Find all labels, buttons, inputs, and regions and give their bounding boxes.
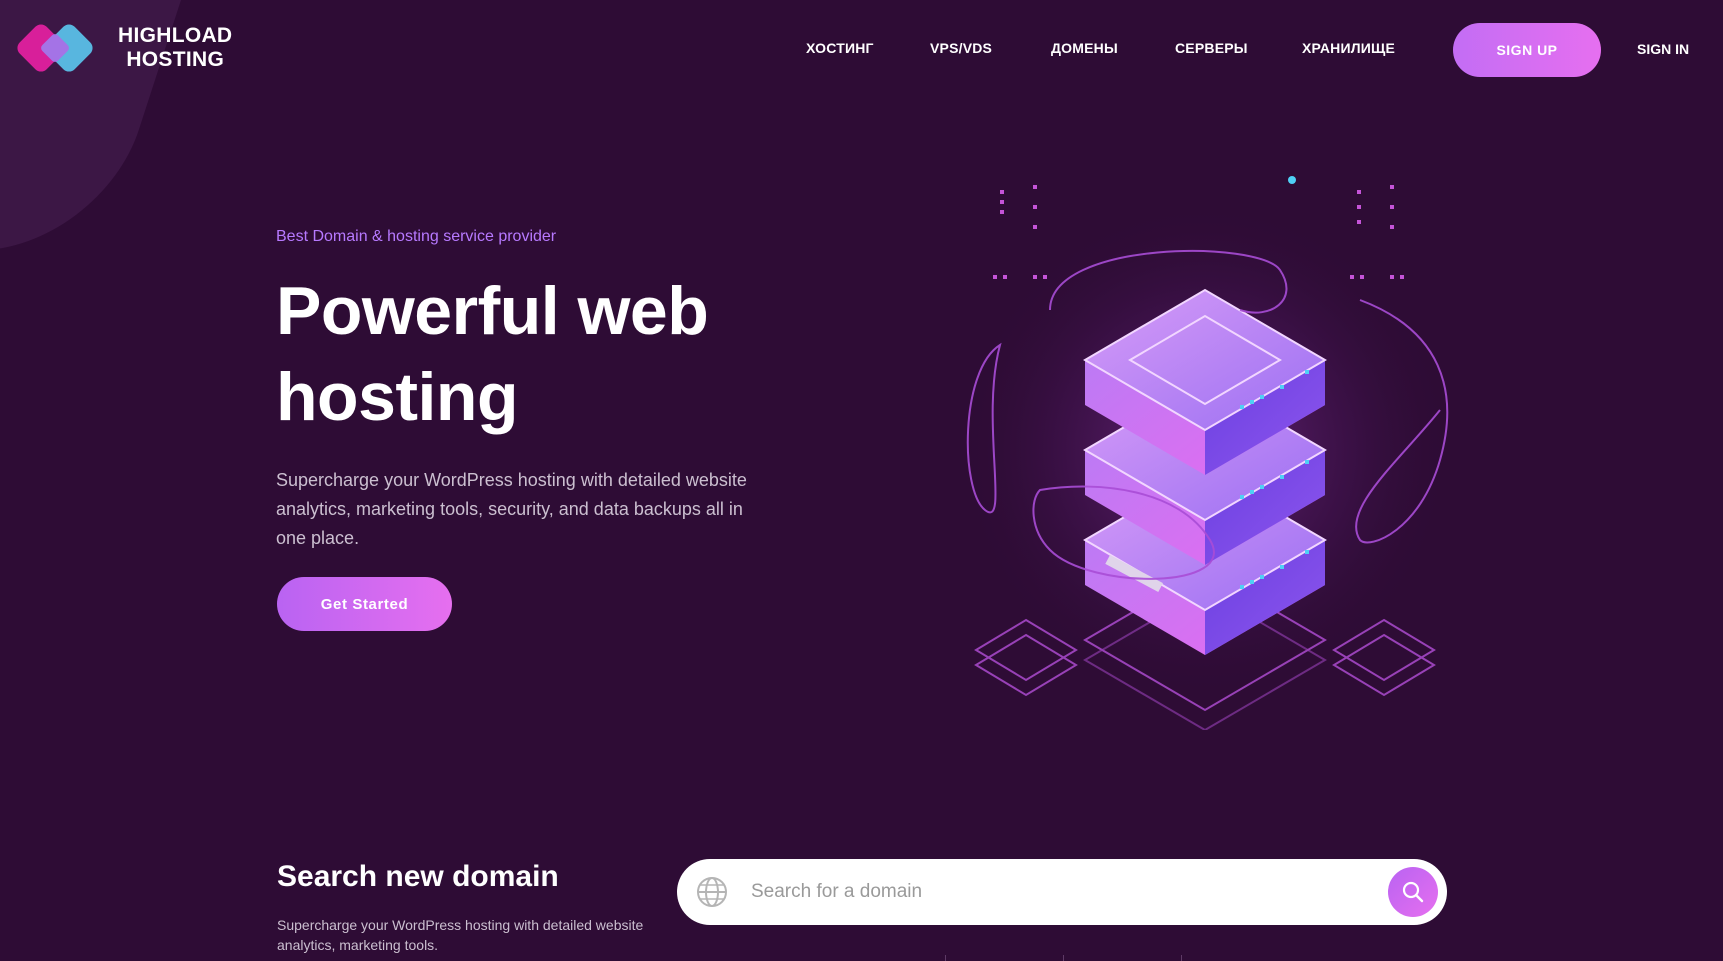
search-section-description: Supercharge your WordPress hosting with … [277, 917, 644, 953]
search-section-title: Search new domain [277, 860, 559, 893]
get-started-button[interactable]: Get Started [277, 577, 452, 631]
nav-item-domains[interactable]: ДОМЕНЫ [1051, 40, 1118, 56]
nav-item-storage[interactable]: ХРАНИЛИЩЕ [1302, 40, 1395, 56]
nav-item-servers[interactable]: СЕРВЕРЫ [1175, 40, 1248, 56]
globe-icon [697, 877, 727, 907]
logo[interactable]: HIGHLOAD HOSTING [14, 20, 232, 76]
hero-eyebrow: Best Domain & hosting service provider [276, 228, 557, 245]
logo-mark-icon [14, 20, 96, 76]
logo-line-1: HIGHLOAD [118, 24, 233, 47]
site-header: HIGHLOAD HOSTING ХОСТИНГ VPS/VDS ДОМЕНЫ … [0, 0, 1723, 100]
nav-item-vps[interactable]: VPS/VDS [930, 40, 992, 56]
sign-in-link[interactable]: SIGN IN [1637, 41, 1689, 57]
hero-description: Supercharge your WordPress hosting with … [276, 470, 747, 548]
search-button[interactable] [1388, 867, 1438, 917]
hero-title-line-2: hosting [276, 359, 519, 435]
divider-tick [945, 955, 946, 961]
divider-tick [1181, 955, 1182, 961]
logo-text: HIGHLOAD HOSTING [118, 24, 232, 72]
hero-title: Powerful web hosting [276, 268, 796, 440]
search-icon [1402, 881, 1424, 903]
nav-item-hosting[interactable]: ХОСТИНГ [806, 40, 874, 56]
hero-section: Best Domain & hosting service provider P… [276, 228, 796, 553]
domain-search-bar [677, 859, 1447, 925]
divider-tick [1063, 955, 1064, 961]
hero-title-line-1: Powerful web [276, 273, 709, 349]
logo-line-2: HOSTING [126, 48, 225, 71]
server-illustration [955, 176, 1455, 730]
domain-search-input[interactable] [751, 872, 1331, 912]
sign-up-button[interactable]: SIGN UP [1453, 23, 1601, 77]
